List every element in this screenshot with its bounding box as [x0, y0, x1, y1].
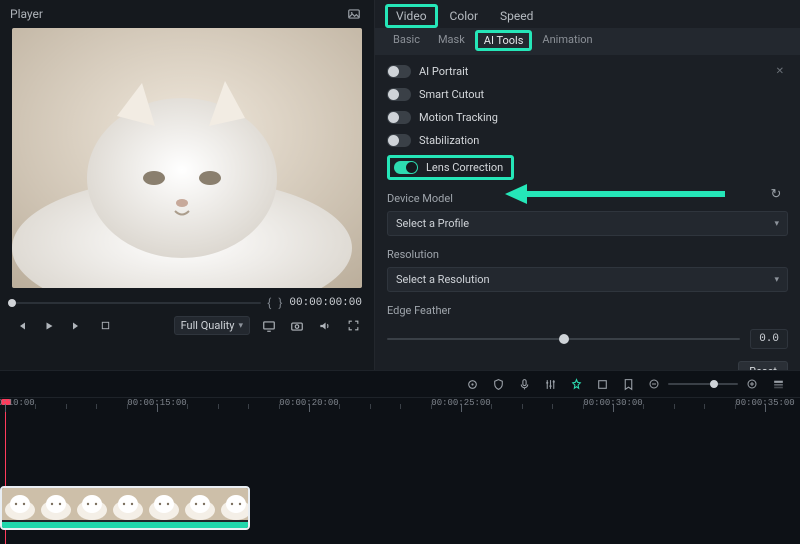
brace-left-icon[interactable]: { — [267, 296, 272, 310]
brace-right-icon[interactable]: } — [278, 296, 283, 310]
zoom-slider[interactable] — [668, 383, 738, 385]
subtab-animation[interactable]: Animation — [534, 30, 600, 51]
chevron-down-icon: ▾ — [238, 321, 243, 331]
quality-dropdown[interactable]: Full Quality ▾ — [174, 316, 250, 335]
ruler-label: 00:00:30:00 — [583, 398, 642, 408]
next-frame-button[interactable] — [68, 317, 86, 335]
stop-button[interactable] — [96, 317, 114, 335]
fullscreen-icon[interactable] — [344, 317, 362, 335]
mixer-icon[interactable] — [542, 376, 558, 392]
player-title: Player — [10, 7, 43, 21]
aim-icon[interactable] — [464, 376, 480, 392]
edge-feather-value: 0.0 — [750, 329, 788, 349]
resolution-label: Resolution — [387, 248, 788, 261]
tab-speed[interactable]: Speed — [490, 5, 543, 27]
device-model-select[interactable]: Select a Profile ▾ — [387, 211, 788, 236]
timeline-ruler[interactable]: 00:00:10:00 00:00:15:00 00:00:20:00 00:00:2… — [0, 398, 800, 424]
ruler-label: 00:00:25:00 — [431, 398, 490, 408]
callout-arrow — [505, 182, 735, 206]
crop-icon[interactable] — [594, 376, 610, 392]
properties-pane: Video Color Speed Basic Mask AI Tools An… — [375, 0, 800, 370]
subtab-basic[interactable]: Basic — [385, 30, 428, 51]
subtab-mask[interactable]: Mask — [430, 30, 473, 51]
toggle-motion-tracking[interactable]: Motion Tracking — [387, 107, 788, 128]
zoom-out-icon[interactable] — [646, 376, 662, 392]
resolution-select[interactable]: Select a Resolution ▾ — [387, 267, 788, 292]
marker-icon[interactable] — [620, 376, 636, 392]
zoom-in-icon[interactable] — [744, 376, 760, 392]
toggle-smart-cutout[interactable]: Smart Cutout — [387, 84, 788, 105]
chevron-down-icon: ▾ — [774, 219, 779, 229]
camera-icon[interactable] — [288, 317, 306, 335]
play-button[interactable] — [40, 317, 58, 335]
playhead-timecode: 00:00:00:00 — [289, 297, 362, 309]
switch-icon — [394, 161, 418, 174]
chevron-down-icon: ▾ — [774, 275, 779, 285]
effects-icon[interactable] — [568, 376, 584, 392]
switch-icon — [387, 65, 411, 78]
volume-icon[interactable] — [316, 317, 334, 335]
close-icon[interactable]: ✕ — [776, 66, 788, 77]
switch-icon — [387, 88, 411, 101]
tab-video[interactable]: Video — [385, 4, 438, 28]
scrubber-track[interactable] — [12, 302, 261, 304]
ruler-label: 00:00:20:00 — [279, 398, 338, 408]
preview-viewport[interactable] — [12, 28, 362, 288]
toggle-lens-correction[interactable]: Lens Correction — [387, 155, 514, 180]
track-view-icon[interactable] — [770, 376, 786, 392]
ruler-label: 00:00:10:00 — [0, 398, 35, 408]
ruler-label: 00:00:15:00 — [127, 398, 186, 408]
video-clip[interactable] — [0, 486, 250, 530]
display-icon[interactable] — [260, 317, 278, 335]
snapshot-icon[interactable] — [344, 4, 364, 24]
player-pane: Player — [0, 0, 375, 370]
edge-feather-label: Edge Feather — [387, 304, 788, 317]
tab-color[interactable]: Color — [440, 5, 488, 27]
reset-ring-icon[interactable]: ↻ — [768, 186, 784, 202]
subtab-ai-tools[interactable]: AI Tools — [475, 30, 533, 51]
prev-frame-button[interactable] — [12, 317, 30, 335]
timeline: 00:00:10:00 00:00:15:00 00:00:20:00 00:00:2… — [0, 370, 800, 534]
ruler-label: 00:00:35:00 — [735, 398, 794, 408]
edge-feather-slider[interactable] — [387, 338, 740, 340]
switch-icon — [387, 111, 411, 124]
mic-icon[interactable] — [516, 376, 532, 392]
toggle-stabilization[interactable]: Stabilization — [387, 130, 788, 151]
switch-icon — [387, 134, 411, 147]
shield-icon[interactable] — [490, 376, 506, 392]
toggle-ai-portrait[interactable]: AI Portrait ✕ — [387, 61, 788, 82]
